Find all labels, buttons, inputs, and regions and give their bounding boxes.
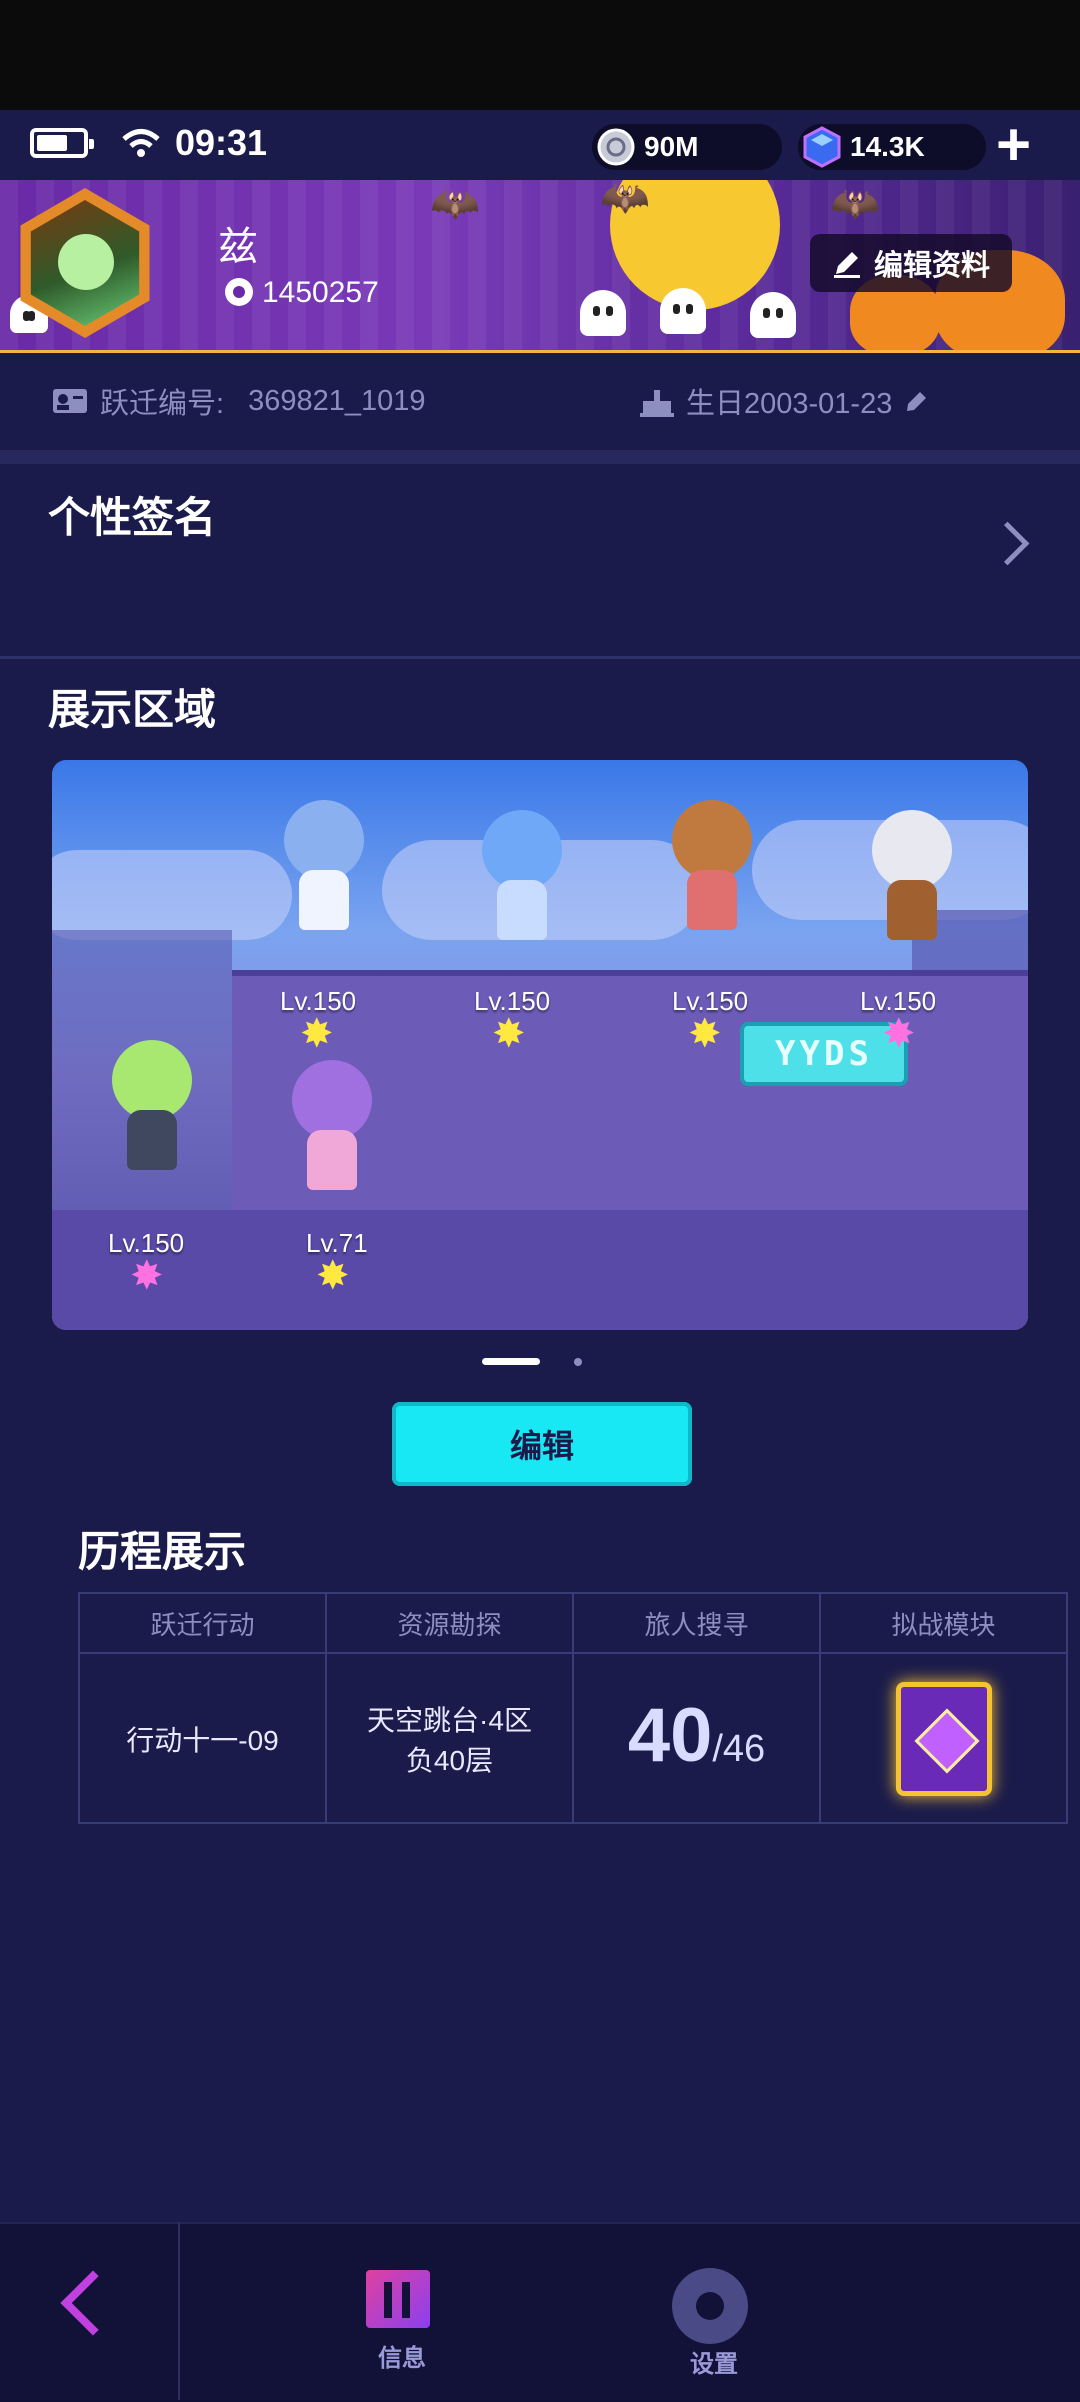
carousel-dot[interactable]	[574, 1358, 582, 1366]
birthday-row[interactable]: 生日2003-01-23	[640, 380, 930, 422]
showcase-character[interactable]	[652, 800, 772, 940]
star-icon: ✸	[882, 1012, 916, 1056]
gear-icon[interactable]	[672, 2268, 748, 2344]
showcase-character[interactable]	[272, 1060, 392, 1200]
traveler-cell[interactable]: 40 /46	[574, 1654, 821, 1824]
bottom-nav	[0, 2222, 1080, 2402]
battle-module-icon	[895, 1682, 992, 1796]
jump-id-label: 跃迁编号:	[100, 388, 225, 420]
divider	[178, 2222, 180, 2400]
player-name: 兹	[218, 225, 258, 269]
divider	[0, 656, 1080, 659]
ghost-icon	[750, 292, 796, 338]
showcase-character[interactable]	[852, 810, 972, 950]
bat-icon: 🦇	[600, 180, 650, 220]
showcase-carousel[interactable]: YYDS Lv.150 ✸ Lv.150 ✸ Lv.150 ✸ Lv.150 ✸…	[52, 760, 1028, 1330]
info-tab-icon[interactable]	[366, 2270, 430, 2328]
star-icon: ✸	[492, 1012, 526, 1056]
tab-settings[interactable]: 设置	[690, 2344, 738, 2379]
history-title: 历程展示	[78, 1528, 247, 1575]
coin-icon	[597, 128, 635, 166]
history-header: 拟战模块	[821, 1594, 1066, 1654]
showcase-character[interactable]	[92, 1040, 212, 1180]
jump-action-value: 行动十一-09	[126, 1725, 279, 1756]
history-table: 跃迁行动 资源勘探 旅人搜寻 拟战模块 行动十一-09 天空跳台·4区 负40层…	[78, 1592, 1068, 1824]
uid-icon	[225, 278, 253, 306]
jump-id-value: 369821_1019	[248, 384, 426, 417]
profile-banner: 🦇 🦇 🦇 兹 1450257 编辑资料	[0, 180, 1080, 353]
ghost-icon	[660, 288, 706, 334]
gem-value: 14.3K	[850, 131, 925, 162]
star-icon: ✸	[130, 1254, 164, 1298]
top-black-bar	[0, 0, 1080, 110]
id-card-icon	[53, 389, 87, 413]
history-header: 旅人搜寻	[574, 1594, 821, 1654]
birthday-text: 生日2003-01-23	[686, 388, 893, 420]
ghost-icon	[580, 290, 626, 336]
divider	[0, 450, 1080, 464]
carousel-dot-active[interactable]	[482, 1358, 540, 1365]
status-time: 09:31	[175, 122, 268, 163]
signature-row[interactable]	[0, 464, 1080, 654]
coin-value: 90M	[644, 131, 699, 162]
add-currency-button[interactable]: +	[996, 115, 1031, 175]
edit-profile-button[interactable]: 编辑资料	[810, 234, 1013, 292]
showcase-title: 展示区域	[48, 686, 217, 733]
history-header: 资源勘探	[327, 1594, 574, 1654]
resource-cell[interactable]: 天空跳台·4区 负40层	[327, 1654, 574, 1824]
bat-icon: 🦇	[830, 182, 880, 226]
wifi-icon	[122, 129, 160, 157]
coin-counter[interactable]: 90M	[592, 124, 782, 170]
stage-floor	[52, 1210, 1028, 1330]
battery-icon	[30, 128, 94, 158]
traveler-found: 40	[627, 1693, 713, 1778]
edit-birthday-icon[interactable]	[904, 388, 930, 414]
showcase-character[interactable]	[264, 800, 384, 940]
edit-profile-label: 编辑资料	[874, 250, 991, 282]
star-icon: ✸	[300, 1012, 334, 1056]
avatar-face	[58, 234, 114, 290]
star-icon: ✸	[316, 1254, 350, 1298]
resource-line1: 天空跳台·4区	[367, 1705, 532, 1736]
jump-id-row: 跃迁编号: 369821_1019	[52, 380, 425, 422]
edit-showcase-button[interactable]: 编辑	[392, 1402, 692, 1486]
player-uid: 1450257	[262, 276, 379, 309]
traveler-total: /46	[712, 1728, 766, 1770]
battle-module-cell[interactable]	[821, 1654, 1066, 1824]
gem-icon	[803, 126, 841, 168]
history-header: 跃迁行动	[80, 1594, 327, 1654]
showcase-character[interactable]	[462, 810, 582, 950]
bat-icon: 🦇	[430, 182, 480, 226]
pencil-icon	[834, 252, 860, 278]
resource-line2: 负40层	[405, 1745, 494, 1776]
jump-action-cell[interactable]: 行动十一-09	[80, 1654, 327, 1824]
gem-counter[interactable]: 14.3K	[798, 124, 986, 170]
tab-info[interactable]: 信息	[378, 2338, 426, 2373]
star-icon: ✸	[688, 1012, 722, 1056]
cake-icon	[640, 390, 674, 417]
